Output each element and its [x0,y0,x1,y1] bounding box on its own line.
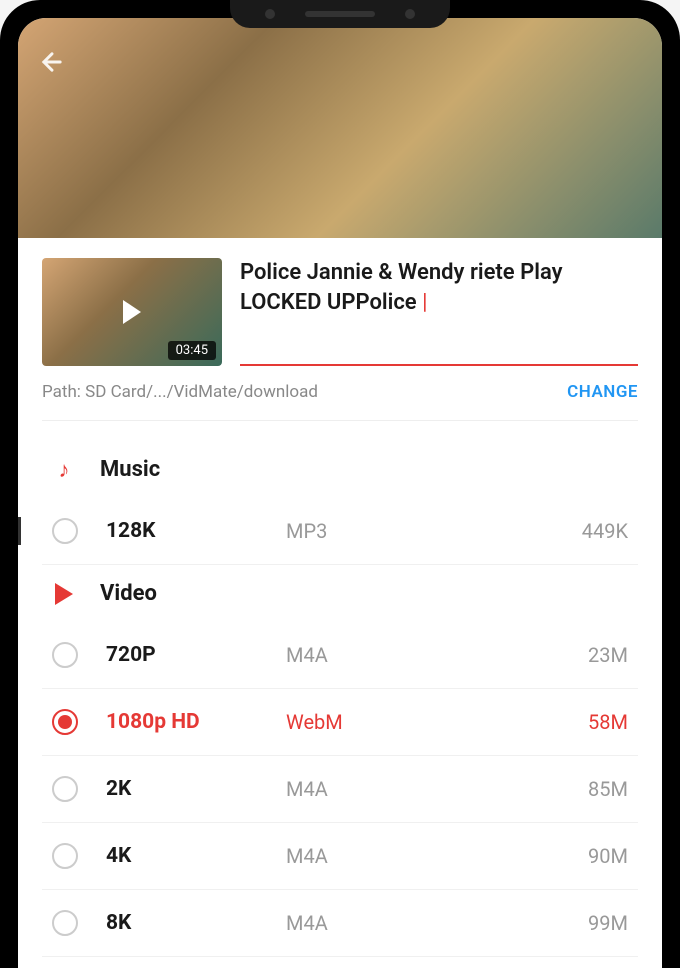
option-size-label: 58M [558,710,628,734]
music-section-title: Music [100,457,160,482]
option-quality-label: 128K [106,519,286,543]
radio-icon [52,776,78,802]
phone-notch [230,0,450,28]
video-option-8k[interactable]: 8K M4A 99M [42,890,638,957]
video-title-text: Police Jannie & Wendy riete Play LOCKED … [240,260,563,315]
sensor-dot [405,9,415,19]
option-size-label: 85M [558,777,628,801]
option-format-label: M4A [286,777,558,801]
option-format-label: M4A [286,643,558,667]
video-section-title: Video [100,581,157,606]
music-note-icon: ♪ [52,458,76,482]
option-quality-label: 8K [106,911,286,935]
music-option-128k[interactable]: 128K MP3 449K [42,498,638,565]
speaker [305,11,375,17]
header-hero-image [18,18,662,238]
sensor-dot [265,9,275,19]
phone-frame: 03:45 Police Jannie & Wendy riete Play L… [0,0,680,968]
radio-icon-selected [52,709,78,735]
video-option-720p[interactable]: 720P M4A 23M [42,622,638,689]
title-area: Police Jannie & Wendy riete Play LOCKED … [240,258,638,366]
option-format-label: MP3 [286,519,558,543]
video-thumbnail[interactable]: 03:45 [42,258,222,366]
path-row: Path: SD Card/.../VidMate/download CHANG… [42,382,638,421]
download-path-label: Path: SD Card/.../VidMate/download [42,382,318,402]
download-panel: 03:45 Police Jannie & Wendy riete Play L… [18,238,662,957]
scroll-marker [18,517,21,545]
video-option-2k[interactable]: 2K M4A 85M [42,756,638,823]
option-size-label: 90M [558,844,628,868]
option-size-label: 99M [558,911,628,935]
music-section-header: ♪ Music [42,441,638,498]
option-size-label: 23M [558,643,628,667]
duration-badge: 03:45 [168,341,216,360]
play-triangle-icon [52,582,76,606]
option-size-label: 449K [558,519,628,543]
option-format-label: M4A [286,844,558,868]
play-icon [123,300,141,324]
option-quality-label: 720P [106,643,286,667]
video-option-4k[interactable]: 4K M4A 90M [42,823,638,890]
video-option-1080p[interactable]: 1080p HD WebM 58M [42,689,638,756]
title-row: 03:45 Police Jannie & Wendy riete Play L… [42,258,638,366]
option-quality-label: 2K [106,777,286,801]
back-arrow-icon[interactable] [38,48,66,83]
radio-icon [52,518,78,544]
option-format-label: WebM [286,710,558,734]
option-format-label: M4A [286,911,558,935]
option-quality-label: 1080p HD [106,710,286,734]
change-path-button[interactable]: CHANGE [567,382,638,402]
title-underline [240,364,638,366]
radio-icon [52,910,78,936]
radio-icon [52,642,78,668]
screen: 03:45 Police Jannie & Wendy riete Play L… [18,18,662,968]
video-section-header: Video [42,565,638,622]
option-quality-label: 4K [106,844,286,868]
radio-icon [52,843,78,869]
video-title-input[interactable]: Police Jannie & Wendy riete Play LOCKED … [240,258,638,317]
text-cursor: | [417,290,428,315]
